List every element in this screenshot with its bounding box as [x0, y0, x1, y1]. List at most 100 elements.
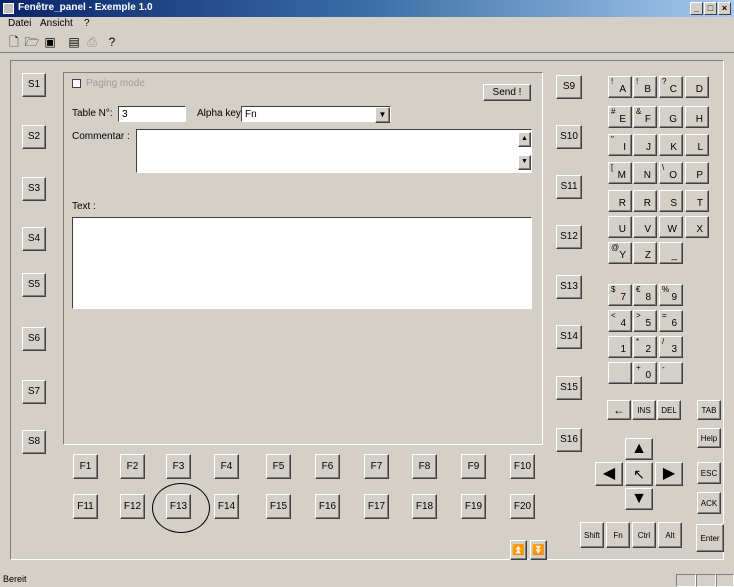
alpha-key-i[interactable]: " I [608, 134, 632, 156]
s-key-s10[interactable]: S10 [556, 125, 582, 149]
s-key-s15[interactable]: S15 [556, 376, 582, 400]
s-key-s12[interactable]: S12 [556, 225, 582, 249]
numeric-key-7[interactable]: $7 [608, 284, 632, 306]
f-key-f4[interactable]: F4 [214, 454, 239, 479]
alpha-key-r[interactable]: R [608, 190, 632, 212]
alpha-key-_[interactable]: _ [659, 242, 683, 264]
esc-key[interactable]: ESC [697, 462, 721, 484]
alpha-key-c[interactable]: ? C [659, 76, 683, 98]
f-key-f10[interactable]: F10 [510, 454, 535, 479]
open-folder-icon[interactable]: 🗁 [24, 34, 40, 50]
alpha-key-j[interactable]: J [633, 134, 657, 156]
help-key[interactable]: Help [697, 428, 721, 448]
close-icon[interactable]: × [718, 2, 731, 15]
save-icon[interactable]: ▣ [42, 34, 58, 50]
f-key-f6[interactable]: F6 [315, 454, 340, 479]
numeric-key-5[interactable]: >5 [633, 310, 657, 332]
scroll-down-icon[interactable]: ▼ [518, 155, 531, 170]
backspace-key[interactable]: ← [607, 400, 631, 420]
alpha-key-n[interactable]: N [633, 162, 657, 184]
s-key-s16[interactable]: S16 [556, 428, 582, 452]
f-key-f12[interactable]: F12 [120, 494, 145, 519]
arrow-up-icon[interactable]: ▲ [625, 438, 653, 460]
f-key-f5[interactable]: F5 [266, 454, 291, 479]
alpha-key-b[interactable]: ! B [633, 76, 657, 98]
shift-key[interactable]: Shift [580, 522, 604, 548]
s-key-s5[interactable]: S5 [22, 273, 46, 297]
print-icon[interactable]: ⎙ [84, 34, 100, 50]
numeric-key-blank[interactable]: - [659, 362, 683, 384]
alpha-key-m[interactable]: [M [608, 162, 632, 184]
arrow-home-icon[interactable]: ↖ [625, 462, 653, 486]
alpha-key-select[interactable]: Fn ▼ [241, 106, 391, 123]
paging-checkbox[interactable] [72, 79, 81, 88]
alpha-key-r[interactable]: R [633, 190, 657, 212]
s-key-s8[interactable]: S8 [22, 430, 46, 454]
alt-key[interactable]: Alt [658, 522, 682, 548]
menu-ansicht[interactable]: Ansicht [40, 18, 73, 29]
send-button[interactable]: Send ! [483, 84, 531, 101]
numeric-key-2[interactable]: * 2 [633, 336, 657, 358]
s-key-s6[interactable]: S6 [22, 327, 46, 351]
f-key-f17[interactable]: F17 [364, 494, 389, 519]
alpha-key-f[interactable]: & F [633, 106, 657, 128]
alpha-key-v[interactable]: V [633, 216, 657, 238]
s-key-s13[interactable]: S13 [556, 275, 582, 299]
alpha-key-w[interactable]: W [659, 216, 683, 238]
fn-key[interactable]: Fn [606, 522, 630, 548]
alpha-key-e[interactable]: # E [608, 106, 632, 128]
ctrl-key[interactable]: Ctrl [632, 522, 656, 548]
alpha-key-p[interactable]: P [685, 162, 709, 184]
text-area[interactable] [72, 217, 532, 309]
f-key-f20[interactable]: F20 [510, 494, 535, 519]
numeric-key-1[interactable]: 1 [608, 336, 632, 358]
chevron-down-icon[interactable]: ▼ [375, 107, 390, 123]
alpha-key-s[interactable]: S [659, 190, 683, 212]
alpha-key-y[interactable]: @ Y [608, 242, 632, 264]
comment-textarea[interactable]: ▲ ▼ [136, 129, 532, 173]
alpha-key-x[interactable]: X [685, 216, 709, 238]
alpha-key-l[interactable]: L [685, 134, 709, 156]
minimize-icon[interactable]: _ [690, 2, 703, 15]
f-key-f8[interactable]: F8 [412, 454, 437, 479]
page-up-button[interactable]: ⏫ [510, 540, 527, 560]
arrow-down-icon[interactable]: ▼ [625, 488, 653, 510]
arrow-right-icon[interactable]: ▶ [655, 462, 683, 486]
alpha-key-z[interactable]: Z [633, 242, 657, 264]
help-icon[interactable]: ? [104, 34, 120, 50]
maximize-icon[interactable]: □ [704, 2, 717, 15]
scroll-up-icon[interactable]: ▲ [518, 132, 531, 147]
numeric-key-blank[interactable] [608, 362, 632, 384]
menu-help[interactable]: ? [84, 18, 90, 29]
numeric-key-8[interactable]: €8 [633, 284, 657, 306]
f-key-f9[interactable]: F9 [461, 454, 486, 479]
numeric-key-4[interactable]: <4 [608, 310, 632, 332]
ins-key[interactable]: INS [632, 400, 656, 420]
s-key-s3[interactable]: S3 [22, 177, 46, 201]
f-key-f19[interactable]: F19 [461, 494, 486, 519]
alpha-key-u[interactable]: U [608, 216, 632, 238]
alpha-key-h[interactable]: H [685, 106, 709, 128]
del-key[interactable]: DEL [657, 400, 681, 420]
s-key-s1[interactable]: S1 [22, 73, 46, 97]
tab-key[interactable]: TAB [697, 400, 721, 420]
alpha-key-o[interactable]: \ O [659, 162, 683, 184]
f-key-f14[interactable]: F14 [214, 494, 239, 519]
f-key-f11[interactable]: F11 [73, 494, 98, 519]
s-key-s4[interactable]: S4 [22, 227, 46, 251]
f-key-f16[interactable]: F16 [315, 494, 340, 519]
numeric-key-9[interactable]: % 9 [659, 284, 683, 306]
menu-datei[interactable]: Datei [8, 18, 31, 29]
alpha-key-g[interactable]: G [659, 106, 683, 128]
arrow-left-icon[interactable]: ◀ [595, 462, 623, 486]
f-key-f15[interactable]: F15 [266, 494, 291, 519]
alpha-key-k[interactable]: K [659, 134, 683, 156]
panel-icon[interactable]: ▤ [66, 34, 82, 50]
ack-key[interactable]: ACK [697, 492, 721, 514]
s-key-s7[interactable]: S7 [22, 380, 46, 404]
f-key-f2[interactable]: F2 [120, 454, 145, 479]
numeric-key-6[interactable]: = 6 [659, 310, 683, 332]
numeric-key-3[interactable]: /3 [659, 336, 683, 358]
f-key-f1[interactable]: F1 [73, 454, 98, 479]
table-number-input[interactable]: 3 [118, 106, 186, 122]
